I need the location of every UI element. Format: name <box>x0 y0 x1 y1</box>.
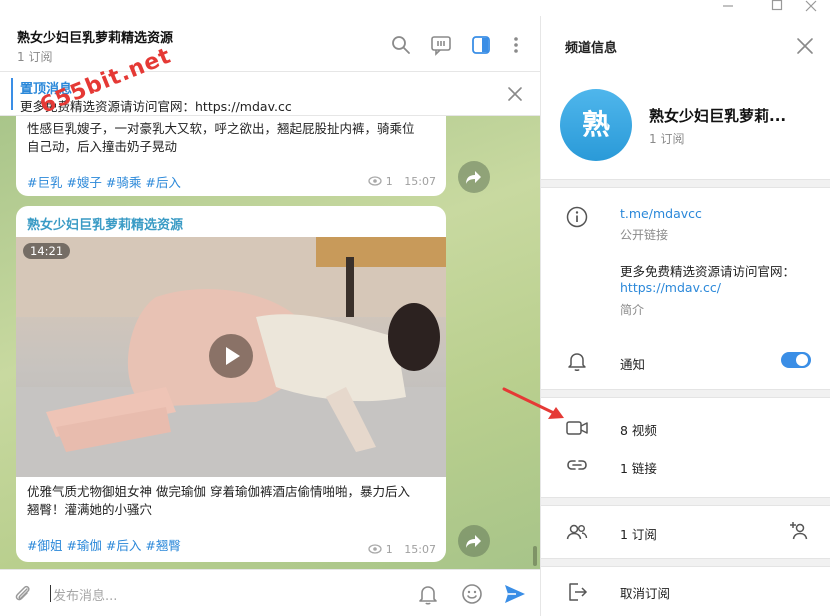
message-tags[interactable]: #御姐 #瑜伽 #后入 #翘臀 <box>27 535 181 554</box>
chat-title[interactable]: 熟女少妇巨乳萝莉精选资源 <box>17 27 173 46</box>
section-divider <box>541 558 830 567</box>
message-line: 性感巨乳嫂子，一对豪乳大又软，呼之欲出，翘起屁股扯内裤，骑乘位 <box>27 121 415 136</box>
section-divider <box>541 179 830 188</box>
play-icon <box>226 347 240 365</box>
minimize-icon <box>723 5 733 7</box>
message-time: 15:07 <box>404 543 436 556</box>
channel-description: 更多免费精选资源请访问官网： <box>620 264 796 279</box>
message-tags[interactable]: #巨乳 #嫂子 #骑乘 #后入 <box>27 172 181 191</box>
message-line: 优雅气质尤物御姐女神 做完瑜伽 穿着瑜伽裤酒店偷情啪啪，暴力后入 <box>27 484 410 499</box>
message-time: 15:07 <box>404 175 436 188</box>
sidebar-toggle-icon[interactable] <box>470 34 492 56</box>
message-bubble[interactable]: 性感巨乳嫂子，一对豪乳大又软，呼之欲出，翘起屁股扯内裤，骑乘位 自己动，后入撞击… <box>16 116 446 196</box>
share-icon <box>466 171 481 184</box>
message-input[interactable]: 发布消息... <box>53 585 117 604</box>
section-divider <box>541 497 830 506</box>
eye-icon <box>368 176 382 186</box>
toggle-knob <box>796 354 808 366</box>
search-icon[interactable] <box>390 34 412 56</box>
eye-icon <box>368 544 382 554</box>
users-icon <box>565 520 589 544</box>
add-user-icon[interactable] <box>788 519 812 543</box>
channel-info-panel: 频道信息 熟 熟女少妇巨乳萝莉... 1 订阅 t.me/mdavcc 公开链接… <box>540 16 830 616</box>
close-icon[interactable] <box>504 83 526 105</box>
leave-icon <box>565 580 589 604</box>
message-meta: 1 15:07 <box>368 543 436 556</box>
share-button[interactable] <box>458 161 490 193</box>
comments-icon[interactable] <box>430 34 452 56</box>
section-divider <box>541 389 830 398</box>
pinned-text: 更多免费精选资源请访问官网：https://mdav.cc <box>20 99 292 114</box>
close-icon[interactable] <box>795 36 815 56</box>
chat-pane: 熟女少妇巨乳萝莉精选资源 1 订阅 置顶消息 更多免费精选资源请访问官网：htt… <box>0 16 540 616</box>
message-bubble[interactable]: 熟女少妇巨乳萝莉精选资源 14:21 优雅气质尤物御姐女神 做完瑜伽 穿着瑜伽裤… <box>16 206 446 562</box>
minimize-button[interactable] <box>713 0 743 16</box>
message-sender[interactable]: 熟女少妇巨乳萝莉精选资源 <box>27 214 183 233</box>
attach-icon[interactable] <box>12 582 34 604</box>
videos-count[interactable]: 8 视频 <box>620 420 657 439</box>
subscribers-count[interactable]: 1 订阅 <box>620 524 657 543</box>
video-duration: 14:21 <box>23 243 71 259</box>
pinned-title: 置顶消息 <box>20 82 73 97</box>
scrollbar-thumb[interactable] <box>533 546 537 566</box>
message-line: 翘臀！灌满她的小骚穴 <box>27 502 153 517</box>
channel-name: 熟女少妇巨乳萝莉... <box>649 107 787 125</box>
send-icon[interactable] <box>503 582 527 606</box>
window-close-icon <box>805 0 817 12</box>
links-count[interactable]: 1 链接 <box>620 458 657 477</box>
text-cursor <box>50 585 51 602</box>
channel-subscriber-count: 1 订阅 <box>649 132 685 146</box>
bell-icon[interactable] <box>416 582 440 606</box>
more-icon[interactable] <box>505 34 527 56</box>
description-link[interactable]: https://mdav.cc/ <box>620 280 721 295</box>
channel-avatar[interactable]: 熟 <box>560 89 632 161</box>
play-button[interactable] <box>209 334 253 378</box>
notifications-label: 通知 <box>620 357 646 372</box>
description-caption: 简介 <box>620 303 645 317</box>
emoji-icon[interactable] <box>460 582 484 606</box>
channel-link[interactable]: t.me/mdavcc <box>620 206 702 221</box>
link-icon <box>565 453 589 477</box>
message-text: 性感巨乳嫂子，一对豪乳大又软，呼之欲出，翘起屁股扯内裤，骑乘位 自己动，后入撞击… <box>27 120 437 156</box>
view-count: 1 <box>385 175 393 188</box>
message-list[interactable]: 性感巨乳嫂子，一对豪乳大又软，呼之欲出，翘起屁股扯内裤，骑乘位 自己动，后入撞击… <box>0 116 540 569</box>
info-panel-title: 频道信息 <box>565 41 618 56</box>
chat-header[interactable]: 熟女少妇巨乳萝莉精选资源 1 订阅 <box>0 16 540 72</box>
bell-icon <box>565 349 589 373</box>
channel-link-caption: 公开链接 <box>620 228 669 242</box>
info-icon <box>565 205 589 229</box>
video-preview[interactable]: 14:21 <box>16 237 446 477</box>
share-button[interactable] <box>458 525 490 557</box>
message-meta: 1 15:07 <box>368 175 436 188</box>
leave-channel-button[interactable]: 取消订阅 <box>620 583 670 602</box>
pinned-accent-bar <box>11 78 13 110</box>
message-line: 自己动，后入撞击奶子晃动 <box>27 139 178 154</box>
notifications-toggle[interactable] <box>781 352 811 368</box>
annotation-arrow <box>500 385 570 425</box>
message-text: 优雅气质尤物御姐女神 做完瑜伽 穿着瑜伽裤酒店偷情啪啪，暴力后入 翘臀！灌满她的… <box>27 483 437 519</box>
maximize-button[interactable] <box>762 0 792 16</box>
window-close-button[interactable] <box>796 0 826 16</box>
chat-subscriber-count: 1 订阅 <box>17 50 53 64</box>
pinned-message-bar[interactable]: 置顶消息 更多免费精选资源请访问官网：https://mdav.cc <box>0 72 540 116</box>
maximize-icon <box>771 0 783 11</box>
window-titlebar <box>0 0 830 16</box>
view-count: 1 <box>385 543 393 556</box>
share-icon <box>466 535 481 548</box>
message-composer: 发布消息... <box>0 569 540 616</box>
